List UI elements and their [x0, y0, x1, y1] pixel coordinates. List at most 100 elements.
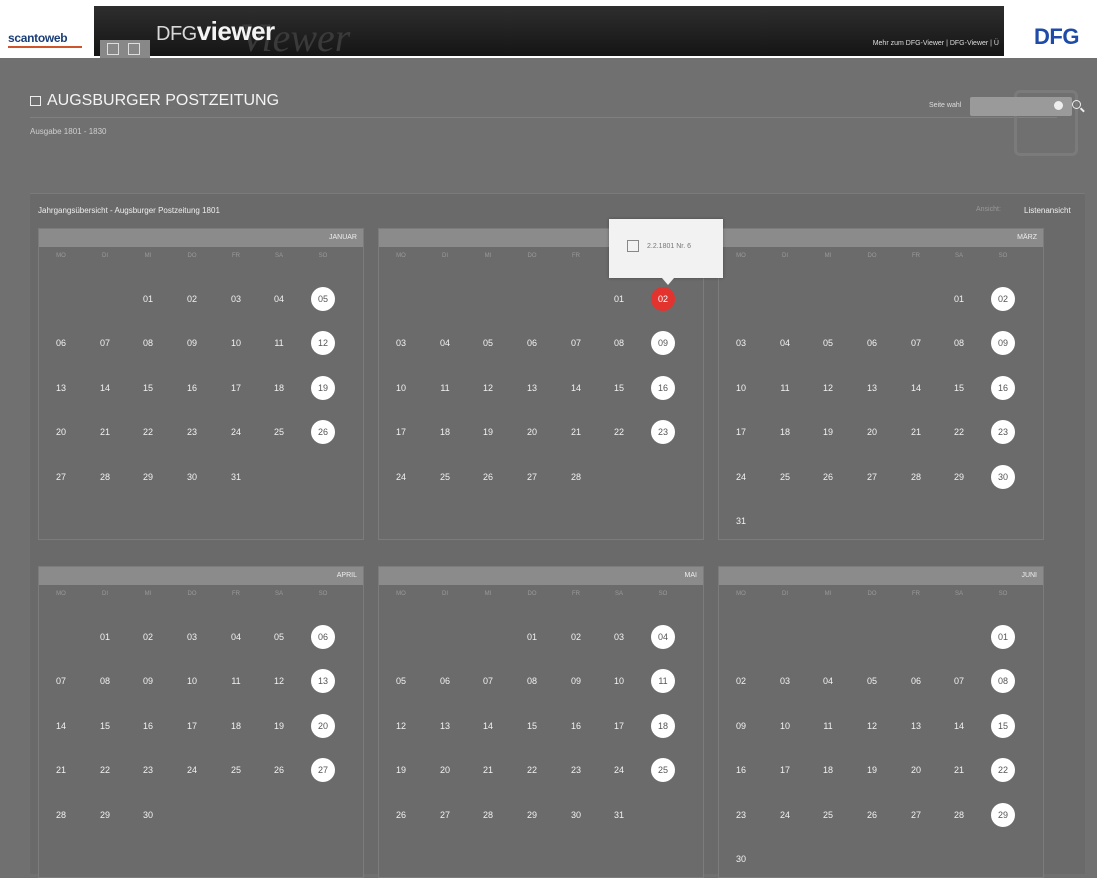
issue-day[interactable]: 04 — [651, 625, 675, 649]
calendar-day: 19 — [866, 765, 877, 775]
calendar-day: 05 — [482, 338, 493, 348]
calendar-day: 07 — [570, 338, 581, 348]
overview-heading: Jahrgangsübersicht - Augsburger Postzeit… — [38, 206, 220, 215]
issue-day[interactable]: 16 — [991, 376, 1015, 400]
weekday-row: MO DI MI DO FR SA SO — [39, 247, 363, 267]
view-label: Ansicht: — [976, 206, 1001, 213]
calendar-day: 14 — [482, 721, 493, 731]
issue-tooltip[interactable]: 2.2.1801 Nr. 6 — [609, 219, 723, 285]
calendar-day: 26 — [395, 810, 406, 820]
issue-day[interactable]: 06 — [311, 625, 335, 649]
calendar-day: 22 — [99, 765, 110, 775]
calendar-day: 18 — [779, 427, 790, 437]
weekday-label: MO — [396, 591, 406, 597]
dfg-logo[interactable]: DFG — [1034, 24, 1079, 50]
list-view-link[interactable]: Listenansicht — [1024, 206, 1071, 215]
calendar-day: 20 — [866, 427, 877, 437]
calendar-day: 04 — [230, 632, 241, 642]
weekday-label: MO — [736, 591, 746, 597]
calendar-day: 13 — [910, 721, 921, 731]
clear-icon[interactable] — [1054, 101, 1063, 110]
calendar-day: 11 — [780, 383, 790, 393]
issue-day[interactable]: 01 — [991, 625, 1015, 649]
issue-day[interactable]: 13 — [311, 669, 335, 693]
calendar-day: 09 — [570, 676, 581, 686]
issue-day[interactable]: 18 — [651, 714, 675, 738]
calendar-day: 07 — [953, 676, 964, 686]
calendar-day: 19 — [395, 765, 406, 775]
issue-day[interactable]: 05 — [311, 287, 335, 311]
calendar-day: 15 — [953, 383, 964, 393]
calendar-day: 19 — [482, 427, 493, 437]
calendar-day: 02 — [142, 632, 153, 642]
calendar-day: 27 — [439, 810, 450, 820]
weekday-label: MI — [144, 591, 152, 597]
issue-day[interactable]: 30 — [991, 465, 1015, 489]
selected-day[interactable]: 02 — [651, 287, 675, 311]
calendar-day: 21 — [99, 427, 110, 437]
issue-day[interactable]: 16 — [651, 376, 675, 400]
search-icon[interactable] — [1072, 100, 1081, 109]
calendar-day: 26 — [482, 472, 493, 482]
issue-day[interactable]: 09 — [651, 331, 675, 355]
weekday-label: FR — [232, 591, 240, 597]
calendar-day: 30 — [735, 854, 746, 864]
weekday-label: DO — [527, 591, 537, 597]
weekday-label: SO — [658, 591, 668, 597]
calendar-day: 24 — [735, 472, 746, 482]
calendar-day: 02 — [186, 294, 197, 304]
weekday-label: FR — [912, 591, 920, 597]
weekday-row: MO DI MI DO FR SA SO — [379, 585, 703, 605]
calendar-day: 18 — [230, 721, 241, 731]
issue-day[interactable]: 23 — [991, 420, 1015, 444]
calendar-day: 18 — [439, 427, 450, 437]
issue-day[interactable]: 20 — [311, 714, 335, 738]
issue-day[interactable]: 29 — [991, 803, 1015, 827]
calendar-day: 03 — [230, 294, 241, 304]
issue-day[interactable]: 15 — [991, 714, 1015, 738]
calendar-day: 08 — [526, 676, 537, 686]
weekday-label: DI — [102, 591, 108, 597]
weekday-label: SA — [614, 591, 623, 597]
calendar-day: 13 — [526, 383, 537, 393]
issue-day[interactable]: 02 — [991, 287, 1015, 311]
weekday-label: DI — [442, 253, 448, 259]
calendar-day: 30 — [142, 810, 153, 820]
issue-day[interactable]: 19 — [311, 376, 335, 400]
calendar-day: 31 — [613, 810, 624, 820]
calendar-day: 25 — [439, 472, 450, 482]
calendar-day: 04 — [273, 294, 284, 304]
issue-day[interactable]: 08 — [991, 669, 1015, 693]
page-icon[interactable] — [128, 43, 140, 55]
calendar-day: 14 — [910, 383, 921, 393]
weekday-label: SA — [954, 591, 963, 597]
calendar-day: 21 — [953, 765, 964, 775]
issue-day[interactable]: 25 — [651, 758, 675, 782]
calendar-day: 06 — [526, 338, 537, 348]
scantoweb-logo[interactable]: scantoweb — [8, 31, 82, 48]
calendar-day: 26 — [866, 810, 877, 820]
calendar-day: 11 — [231, 676, 241, 686]
weekday-label: FR — [232, 253, 240, 259]
exit-icon[interactable] — [107, 43, 119, 55]
header-icons — [100, 40, 150, 58]
month-juni: JUNI MO DI MI DO FR SA SO 01 02 03 04 05 06 07 08 09 10 11… — [718, 566, 1044, 878]
issue-day[interactable]: 11 — [651, 669, 675, 693]
calendar-day: 16 — [570, 721, 581, 731]
issue-day[interactable]: 23 — [651, 420, 675, 444]
calendar-day: 11 — [823, 721, 833, 731]
issue-day[interactable]: 09 — [991, 331, 1015, 355]
calendar-day: 04 — [439, 338, 450, 348]
calendar-day: 10 — [735, 383, 746, 393]
page-title: AUGSBURGER POSTZEITUNG — [30, 92, 279, 110]
issue-day[interactable]: 26 — [311, 420, 335, 444]
calendar-day: 06 — [439, 676, 450, 686]
weekday-row: MO DI MI DO FR SA SO — [719, 247, 1043, 267]
month-header: MAI — [379, 567, 703, 585]
issue-day[interactable]: 12 — [311, 331, 335, 355]
issue-day[interactable]: 27 — [311, 758, 335, 782]
issue-day[interactable]: 22 — [991, 758, 1015, 782]
top-link[interactable]: Mehr zum DFG-Viewer | DFG-Viewer | Ü — [873, 40, 999, 47]
weekday-label: SA — [274, 591, 283, 597]
top-header: scantoweb Viewer DFGviewer Mehr zum DFG-… — [0, 0, 1097, 60]
